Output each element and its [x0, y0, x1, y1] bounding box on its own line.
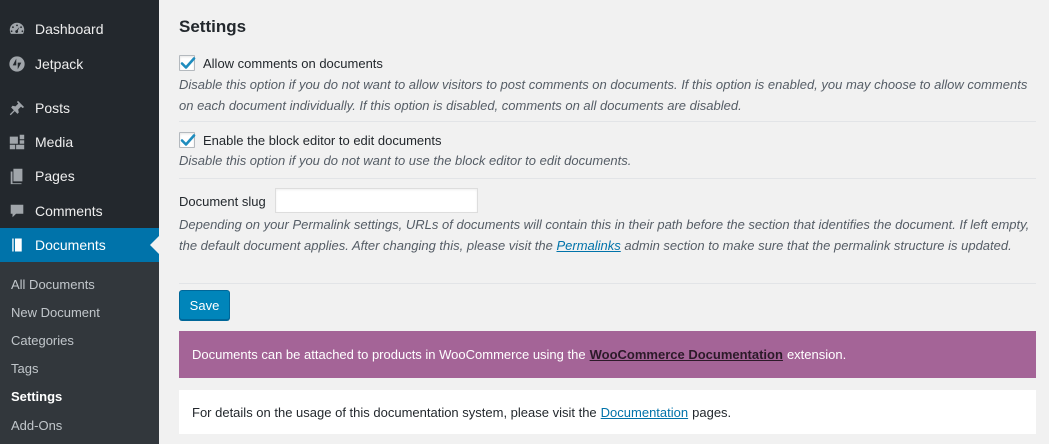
woocommerce-notice-text-end: extension. — [786, 347, 847, 362]
divider — [179, 121, 1036, 122]
menu-item-dashboard[interactable]: Dashboard — [0, 12, 159, 46]
comment-icon — [8, 202, 26, 220]
menu-item-documents[interactable]: Documents — [0, 228, 159, 262]
menu-item-comments[interactable]: Comments — [0, 194, 159, 228]
block-editor-description: Disable this option if you do not want t… — [179, 153, 632, 168]
menu-label-dashboard: Dashboard — [35, 21, 104, 37]
submenu-new-document[interactable]: New Document — [11, 305, 100, 320]
allow-comments-description: Disable this option if you do not want t… — [179, 77, 1028, 113]
divider — [179, 283, 1036, 284]
checkmark-icon — [180, 134, 196, 146]
permalinks-link[interactable]: Permalinks — [556, 238, 620, 253]
slug-description-text-end: admin section to make sure that the perm… — [624, 238, 1012, 253]
document-slug-label: Document slug — [179, 194, 266, 209]
dashboard-icon — [8, 20, 26, 38]
menu-item-jetpack[interactable]: Jetpack — [0, 47, 159, 81]
pin-icon — [8, 99, 26, 117]
page-title: Settings — [179, 17, 247, 36]
menu-item-posts[interactable]: Posts — [0, 91, 159, 125]
woocommerce-notice-text: Documents can be attached to products in… — [192, 347, 586, 362]
divider — [179, 178, 1036, 179]
documentation-notice: For details on the usage of this documen… — [179, 390, 1036, 434]
menu-label-pages: Pages — [35, 168, 75, 184]
save-button[interactable]: Save — [179, 290, 230, 320]
documentation-notice-text-end: pages. — [692, 404, 732, 420]
menu-item-media[interactable]: Media — [0, 125, 159, 159]
documents-submenu: All Documents New Document Categories Ta… — [0, 262, 159, 444]
menu-label-media: Media — [35, 134, 74, 150]
document-slug-description: Depending on your Permalink settings, UR… — [179, 214, 1036, 256]
current-menu-arrow — [150, 236, 159, 254]
submenu-categories[interactable]: Categories — [11, 333, 74, 348]
jetpack-icon — [8, 55, 26, 73]
checkmark-icon — [180, 57, 196, 69]
submenu-settings[interactable]: Settings — [11, 389, 62, 404]
menu-item-pages[interactable]: Pages — [0, 159, 159, 193]
allow-comments-checkbox[interactable] — [179, 55, 196, 71]
block-editor-label[interactable]: Enable the block editor to edit document… — [203, 133, 441, 148]
menu-label-posts: Posts — [35, 100, 71, 116]
woocommerce-notice: Documents can be attached to products in… — [179, 331, 1036, 378]
pages-icon — [8, 167, 26, 185]
menu-label-jetpack: Jetpack — [35, 56, 84, 72]
menu-label-documents: Documents — [35, 237, 106, 253]
submenu-tags[interactable]: Tags — [11, 361, 38, 376]
document-slug-input[interactable] — [275, 188, 478, 213]
menu-label-comments: Comments — [35, 203, 103, 219]
media-icon — [8, 133, 26, 151]
woocommerce-documentation-link[interactable]: WooCommerce Documentation — [590, 347, 783, 362]
book-icon — [8, 236, 26, 254]
submenu-all-documents[interactable]: All Documents — [11, 277, 95, 292]
admin-sidebar: Dashboard Jetpack Posts Media Pages Comm… — [0, 0, 159, 444]
block-editor-checkbox[interactable] — [179, 132, 196, 148]
submenu-add-ons[interactable]: Add-Ons — [11, 418, 62, 433]
documentation-notice-text: For details on the usage of this documen… — [192, 404, 597, 420]
allow-comments-label[interactable]: Allow comments on documents — [203, 56, 383, 71]
documentation-link[interactable]: Documentation — [601, 405, 688, 420]
